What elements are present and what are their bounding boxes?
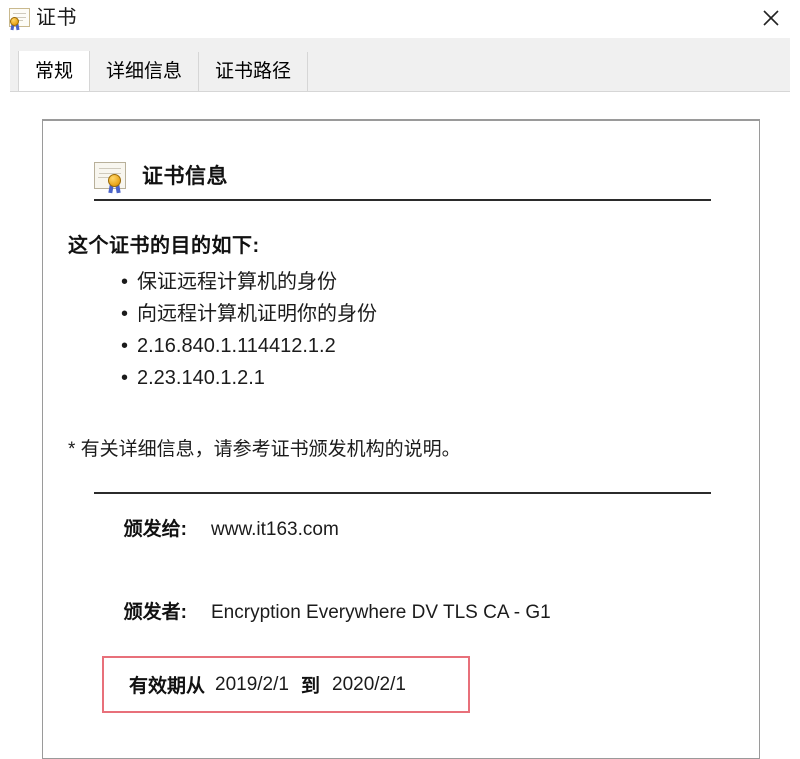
certificate-icon [9, 8, 30, 31]
validity-row: 有效期从 2019/2/1 到 2020/2/1 [104, 658, 468, 711]
issued-to-label: 颁发给: [123, 519, 187, 540]
tab-general[interactable]: 常规 [18, 51, 91, 92]
purpose-list: 保证远程计算机的身份 向远程计算机证明你的身份 2.16.840.1.11441… [121, 266, 377, 394]
list-item: 2.23.140.1.2.1 [121, 362, 377, 394]
tab-certification-path[interactable]: 证书路径 [199, 52, 309, 92]
seal-icon [108, 173, 121, 187]
validity-to-value: 2020/2/1 [332, 673, 406, 695]
tab-details[interactable]: 详细信息 [90, 52, 200, 92]
window-title: 证书 [36, 7, 77, 29]
validity-label: 有效期从 [129, 676, 206, 697]
issued-by-label: 颁发者: [123, 602, 187, 623]
issued-by-row: 颁发者: Encryption Everywhere DV TLS CA - G… [94, 597, 714, 624]
validity-separator: 到 [300, 676, 320, 697]
issued-by-value: Encryption Everywhere DV TLS CA - G1 [211, 602, 551, 623]
certificate-info-panel: 证书信息 这个证书的目的如下: 保证远程计算机的身份 向远程计算机证明你的身份 … [42, 119, 760, 759]
tab-page-general: 证书信息 这个证书的目的如下: 保证远程计算机的身份 向远程计算机证明你的身份 … [10, 91, 790, 759]
issued-to-row: 颁发给: www.it163.com [94, 514, 714, 541]
header-divider [94, 199, 711, 201]
validity-highlight-box: 有效期从 2019/2/1 到 2020/2/1 [102, 656, 470, 713]
tab-list: 常规 详细信息 证书路径 [18, 51, 309, 92]
window-titlebar: 证书 [0, 0, 800, 38]
tab-strip: 常规 详细信息 证书路径 [10, 38, 790, 92]
purpose-heading: 这个证书的目的如下: [68, 235, 260, 257]
panel-title: 证书信息 [142, 165, 228, 188]
purpose-footnote: * 有关详细信息，请参考证书颁发机构的说明。 [68, 439, 461, 460]
list-item: 向远程计算机证明你的身份 [121, 298, 377, 330]
list-item: 2.16.840.1.114412.1.2 [121, 330, 377, 362]
subject-divider [94, 492, 711, 494]
validity-from-value: 2019/2/1 [215, 673, 289, 695]
list-item: 保证远程计算机的身份 [121, 266, 377, 298]
issued-to-value: www.it163.com [211, 519, 339, 540]
close-button[interactable] [748, 0, 794, 36]
certificate-icon [94, 161, 126, 193]
seal-icon [10, 17, 19, 26]
certificate-info-header: 证书信息 [94, 160, 228, 193]
close-icon [763, 10, 779, 26]
